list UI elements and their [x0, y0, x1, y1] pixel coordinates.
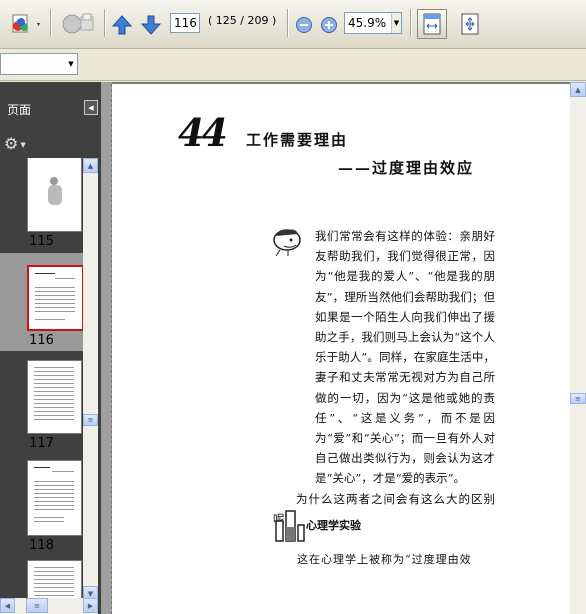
document-page: 44 工作需要理由 ——过度理由效应 我们常常会有这样的体验：亲朋好友帮助我们，… — [112, 84, 571, 614]
body-line: 这在心理学上被称为“过度理由效 — [297, 553, 472, 566]
scroll-thumb[interactable]: ≡ — [83, 414, 98, 426]
scroll-up-icon[interactable]: ▲ — [570, 82, 586, 97]
print-button[interactable] — [58, 11, 98, 37]
next-page-button[interactable] — [139, 12, 163, 38]
chevron-left-icon: ◀ — [88, 103, 94, 112]
page-thumbnail — [27, 265, 83, 331]
thumbnail-label: 118 — [29, 538, 54, 553]
scroll-thumb[interactable]: ≡ — [570, 393, 586, 404]
zoom-input[interactable] — [345, 16, 391, 30]
scroll-up-icon[interactable]: ▲ — [83, 158, 98, 173]
printer-icon — [62, 13, 94, 34]
options-button[interactable]: ⚙ ▼ — [4, 134, 26, 153]
body-text: 我们常常会有这样的体验：亲朋好友帮助我们，我们觉得很正常，因为“他是我的爱人”、… — [273, 226, 495, 529]
page-thumbnail — [27, 460, 82, 536]
chapter-subtitle: ——过度理由效应 — [338, 159, 475, 177]
gear-icon: ⚙ — [4, 134, 19, 153]
zoom-select[interactable]: ▼ — [344, 12, 402, 34]
scroll-left-icon[interactable]: ◀ — [0, 598, 15, 613]
thumbnail-hscrollbar[interactable]: ◀ ≡ ▶ — [0, 598, 98, 614]
chapter-number: 44 — [178, 110, 228, 155]
thumbnail-item[interactable]: 118 — [0, 456, 83, 553]
fit-width-icon — [423, 13, 441, 35]
scroll-right-icon[interactable]: ▶ — [83, 598, 98, 613]
chapter-title: 工作需要理由 — [246, 131, 349, 149]
main-toolbar: ( 125 / 209 ) ▼ — [0, 0, 586, 49]
zoom-out-button[interactable] — [294, 12, 314, 38]
secondary-toolbar: ▼ — [0, 49, 586, 81]
fit-page-button[interactable] — [455, 9, 485, 39]
zoom-in-button[interactable] — [319, 12, 339, 38]
thumbnail-item[interactable]: 115 — [0, 158, 83, 250]
test-tubes-icon — [275, 510, 305, 542]
page-thumbnail — [27, 158, 82, 232]
section-label: 心理学实验 — [306, 519, 361, 532]
collapse-panel-button[interactable]: ◀ — [84, 100, 98, 115]
zoom-out-icon — [296, 17, 312, 33]
panel-header: 页面 ◀ — [0, 82, 101, 128]
panel-title: 页面 — [7, 103, 32, 117]
thumbnail-item[interactable]: 116 — [0, 253, 83, 351]
zoom-in-icon — [321, 17, 337, 33]
hscroll-thumb[interactable]: ≡ — [26, 598, 48, 613]
chevron-down-icon[interactable]: ▼ — [65, 54, 77, 74]
thumbnail-label: 115 — [29, 234, 54, 249]
search-combo[interactable]: ▼ — [0, 53, 78, 75]
fit-width-button[interactable] — [417, 9, 447, 39]
page-count: ( 125 / 209 ) — [208, 14, 277, 27]
paragraph: 我们常常会有这样的体验：亲朋好友帮助我们，我们觉得很正常，因为“他是我的爱人”、… — [315, 229, 495, 486]
pages-panel: 页面 ◀ ⚙ ▼ 115 116 117 118 ▲ ≡ ▼ — [0, 82, 101, 614]
document-scrollbar[interactable]: ▲ ≡ — [570, 82, 586, 614]
chevron-down-icon[interactable]: ▼ — [391, 13, 401, 33]
create-pdf-icon — [12, 14, 40, 33]
thumbnail-scrollbar[interactable]: ▲ ≡ ▼ — [83, 158, 98, 614]
page-thumbnail — [27, 360, 82, 434]
page-number-input[interactable] — [170, 13, 200, 33]
thumbnail-list: 115 116 117 118 — [0, 158, 83, 614]
create-pdf-button[interactable] — [8, 11, 44, 37]
arrow-down-icon — [140, 15, 162, 35]
chevron-down-icon: ▼ — [20, 140, 26, 149]
fit-page-icon — [461, 13, 479, 35]
arrow-up-icon — [111, 15, 133, 35]
thumbnail-label: 117 — [29, 436, 54, 451]
previous-page-button[interactable] — [110, 12, 134, 38]
thumbnail-label: 116 — [29, 333, 54, 348]
thumbnail-item[interactable]: 117 — [0, 356, 83, 452]
